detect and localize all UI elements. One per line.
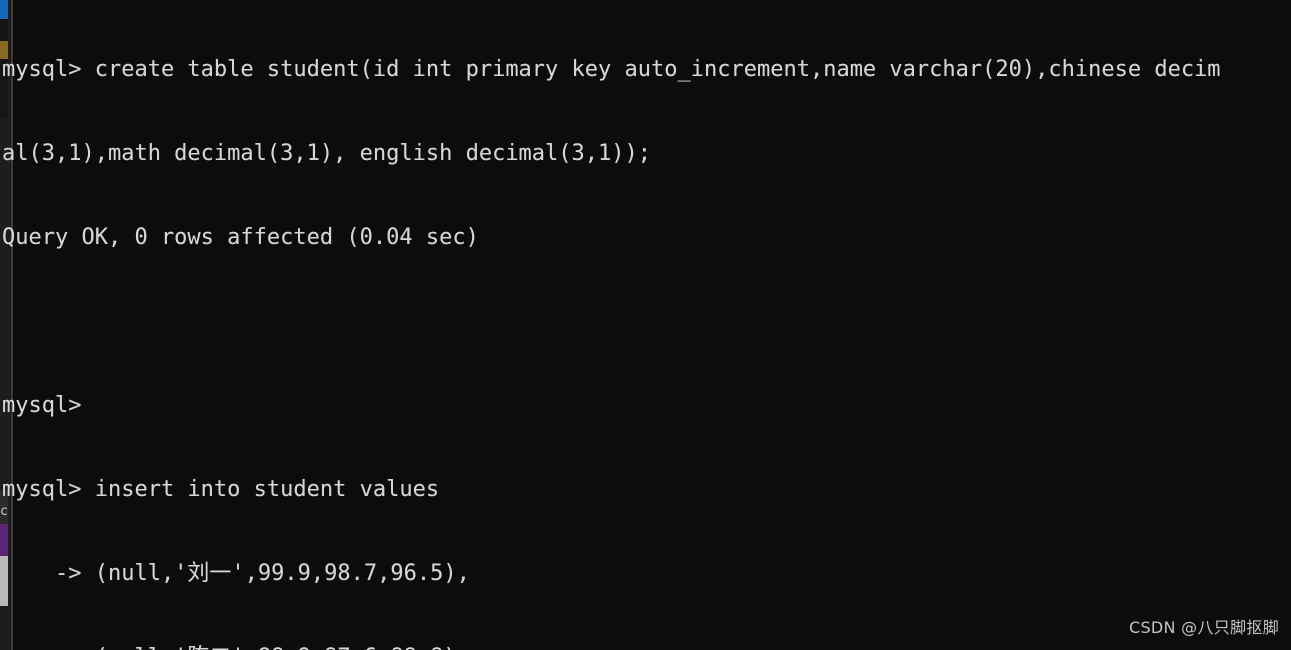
terminal-line: mysql> insert into student values [2,477,440,502]
terminal-window: c mysql> create table student(id int pri… [0,0,1291,650]
terminal-line: -> (null,'陈二',88.9,87.6,88.8), [0,644,1291,650]
terminal-line: -> (null,'刘一',99.9,98.7,96.5), [2,561,470,586]
terminal-line: Query OK, 0 rows affected (0.04 sec) [2,225,479,250]
terminal-output[interactable]: mysql> create table student(id int prima… [0,0,1291,650]
terminal-line: mysql> create table student(id int prima… [2,57,1221,82]
csdn-watermark: CSDN @八只脚抠脚 [1128,618,1279,637]
terminal-line: mysql> [2,393,82,418]
terminal-line: al(3,1),math decimal(3,1), english decim… [2,141,652,166]
